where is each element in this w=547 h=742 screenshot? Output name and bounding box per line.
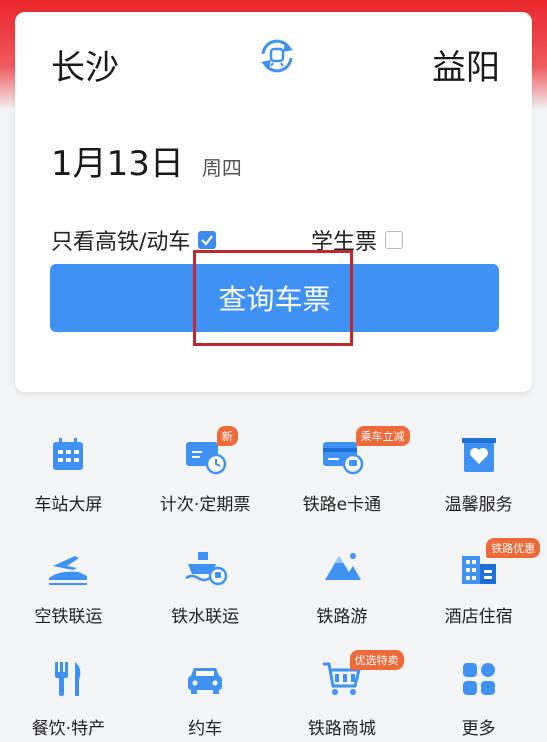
service-label: 车站大屏 [34, 495, 103, 515]
fork-knife-icon [45, 656, 91, 702]
service-label: 空铁联运 [34, 607, 103, 627]
calendar-icon [45, 432, 91, 478]
service-label: 铁水联运 [171, 607, 240, 627]
mountain-icon [319, 544, 365, 590]
high-speed-checkbox[interactable] [198, 231, 217, 249]
travel-weekday: 周四 [201, 156, 242, 180]
service-item-more[interactable]: 更多 [410, 634, 547, 742]
service-label: 铁路商城 [307, 719, 376, 739]
to-city[interactable]: 益阳 [432, 40, 500, 89]
more-grid-icon [456, 656, 502, 702]
special-sale-badge: 优选特卖 [349, 650, 404, 670]
service-label: 更多 [461, 719, 496, 739]
travel-date: 1月13日 [51, 144, 184, 184]
service-item-food[interactable]: 餐饮·特产 [0, 634, 137, 742]
student-ticket-checkbox[interactable] [385, 231, 404, 249]
check-icon [201, 235, 214, 246]
service-label: 酒店住宿 [444, 607, 513, 627]
service-label: 温馨服务 [444, 495, 513, 515]
service-item-care-service[interactable]: 温馨服务 [410, 410, 547, 522]
service-label: 餐饮·特产 [31, 719, 106, 739]
high-speed-only-label: 只看高铁/动车 [51, 230, 191, 255]
services-grid: 车站大屏 新 计次·定期票 乘车立减 铁路e卡通 温馨服务 空铁联运 铁水联运 … [0, 410, 547, 742]
plane-train-icon [45, 544, 91, 590]
service-item-rail-water[interactable]: 铁水联运 [137, 522, 274, 634]
service-item-station-screen[interactable]: 车站大屏 [0, 410, 137, 522]
service-item-hotel[interactable]: 铁路优惠 酒店住宿 [410, 522, 547, 634]
highlight-box [193, 250, 353, 346]
ship-train-icon [182, 544, 228, 590]
service-item-rail-mall[interactable]: 优选特卖 铁路商城 [274, 634, 411, 742]
service-label: 约车 [188, 719, 223, 739]
service-label: 铁路e卡通 [302, 495, 382, 515]
new-badge: 新 [216, 426, 238, 446]
discount-badge: 乘车立减 [355, 426, 410, 446]
service-item-rail-tour[interactable]: 铁路游 [274, 522, 411, 634]
from-city[interactable]: 长沙 [51, 40, 119, 89]
service-item-periodic-ticket[interactable]: 新 计次·定期票 [137, 410, 274, 522]
service-item-air-rail[interactable]: 空铁联运 [0, 522, 137, 634]
high-speed-only-option[interactable]: 只看高铁/动车 [51, 224, 217, 256]
swap-cities-icon[interactable] [255, 34, 299, 78]
service-item-e-card[interactable]: 乘车立减 铁路e卡通 [274, 410, 411, 522]
heart-service-icon [456, 432, 502, 478]
service-label: 计次·定期票 [159, 495, 251, 515]
date-selector[interactable]: 1月13日 周四 [51, 136, 242, 185]
rail-discount-badge: 铁路优惠 [486, 538, 541, 558]
service-item-car-hailing[interactable]: 约车 [137, 634, 274, 742]
car-icon [182, 656, 228, 702]
service-label: 铁路游 [316, 607, 368, 627]
